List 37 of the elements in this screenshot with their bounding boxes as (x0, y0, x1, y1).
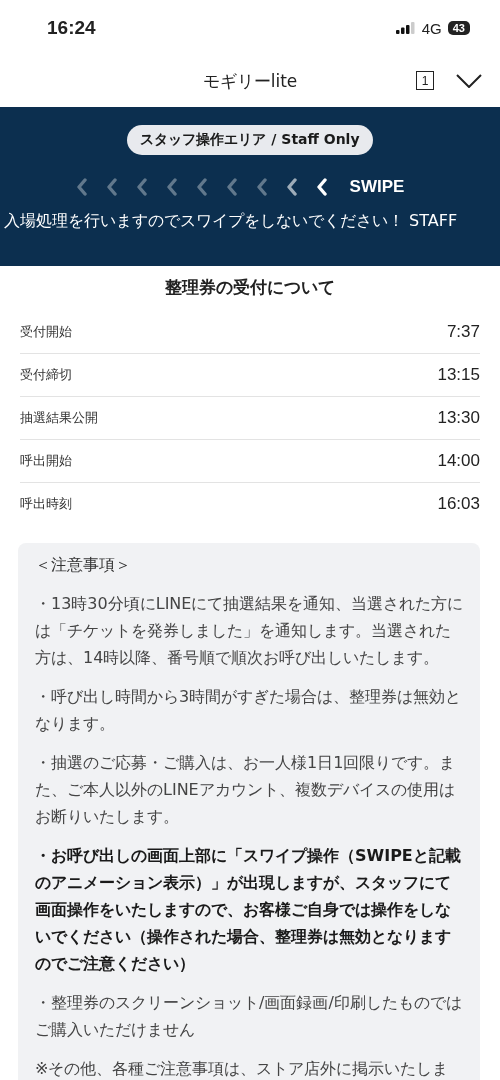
schedule-label: 受付締切 (20, 366, 72, 384)
tab-count-button[interactable]: 1 (416, 71, 434, 90)
notice-paragraph: ・整理券のスクリーンショット/画面録画/印刷したものではご購入いただけません (35, 992, 463, 1041)
chevron-left-icon (135, 178, 148, 196)
schedule-time: 7:37 (446, 322, 480, 342)
schedule-time: 14:00 (437, 451, 480, 471)
notice-paragraph: ・呼び出し時間から3時間がすぎた場合は、整理券は無効となります。 (35, 686, 463, 735)
staff-only-badge: スタッフ操作エリア / Staff Only (127, 125, 373, 155)
section-title: 整理券の受付について (164, 276, 336, 299)
chevron-left-icon (165, 178, 178, 196)
schedule-time: 16:03 (437, 494, 480, 514)
schedule-label: 呼出開始 (20, 452, 72, 470)
notes-heading: ＜注意事項＞ (35, 555, 132, 576)
schedule-label: 抽選結果公開 (20, 409, 98, 427)
chevron-left-icon (315, 178, 328, 196)
chevron-left-icon (105, 178, 118, 196)
schedule-label: 受付開始 (20, 323, 72, 341)
notice-paragraph: ・13時30分頃にLINEにて抽選結果を通知、当選された方には「チケットを発券しました」を通知します。当選された方は、14時以降、番号順で順次お呼び出しいたします。 (35, 593, 465, 669)
chevron-left-icon (75, 178, 88, 196)
notice-paragraph: ※その他、各種ご注意事項は、ストア店外に掲示いたしま (35, 1058, 450, 1080)
schedule-time: 13:15 (437, 365, 480, 385)
network-label: 4G (421, 19, 442, 37)
chevron-left-icon (195, 178, 208, 196)
signal-icon (395, 22, 416, 34)
notice-paragraph: ・抽選のご応募・ご購入は、お一人様1日1回限りです。また、ご本人以外のLINEアカウント、複数デバイスの使用はお断りいたします。 (35, 752, 457, 828)
marquee-text: 入場処理を行いますのでスワイプをしないでください！ STAFF (4, 211, 458, 232)
chevron-left-icon (285, 178, 298, 196)
status-time: 16:24 (47, 17, 96, 39)
chevron-down-icon[interactable] (456, 73, 482, 88)
chevron-left-icon (225, 178, 238, 196)
notice-paragraph: ・お呼び出しの画面上部に「スワイプ操作（SWIPEと記載のアニメーション表示）」が出現しますが、スタッフにて画面操作をいたしますので、お客様ご自身では操作をしないでください（操作された場合、整理券は無効となりますのでご注意ください） (35, 845, 462, 975)
swipe-label: SWIPE (349, 177, 405, 197)
schedule-label: 呼出時刻 (20, 495, 72, 513)
schedule-time: 13:30 (437, 408, 480, 428)
app-title: モギリーlite (202, 70, 298, 93)
chevron-left-icon (255, 178, 268, 196)
battery-indicator: 43 (447, 21, 470, 35)
